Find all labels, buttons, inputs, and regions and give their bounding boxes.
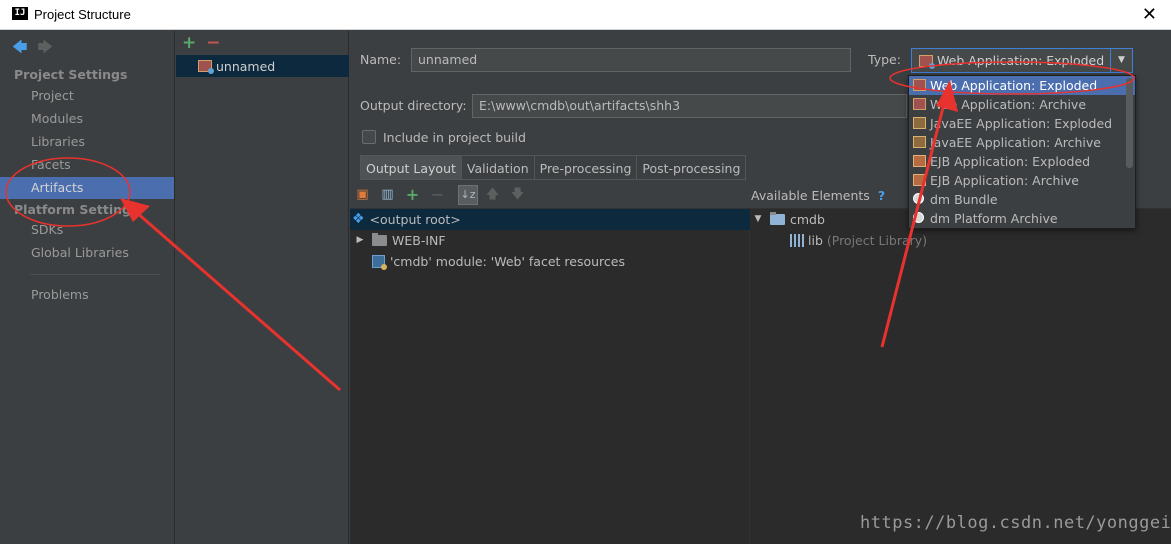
- include-in-build-label: Include in project build: [383, 130, 526, 145]
- remove-artifact-button[interactable]: −: [206, 33, 220, 53]
- dropdown-option-dm-platform-archive[interactable]: dm Platform Archive: [909, 209, 1135, 228]
- move-down-icon[interactable]: 🡇: [510, 187, 525, 202]
- tree-item-label: <output root>: [369, 212, 461, 227]
- add-element-icon[interactable]: +: [405, 187, 420, 203]
- tree-row-cmdb[interactable]: ▼ cmdb: [752, 209, 825, 230]
- sidebar-item-facets[interactable]: Facets: [0, 154, 174, 176]
- dropdown-option-dm-bundle[interactable]: dm Bundle: [909, 190, 1135, 209]
- artifact-list-item[interactable]: unnamed: [176, 55, 349, 77]
- sidebar-item-problems[interactable]: Problems: [0, 284, 174, 306]
- project-settings-header: Project Settings: [14, 67, 128, 82]
- expand-arrow-icon[interactable]: ▶: [354, 230, 366, 251]
- tree-row-lib[interactable]: lib (Project Library): [790, 230, 927, 251]
- sidebar-divider: [30, 274, 160, 275]
- option-label: EJB Application: Archive: [930, 173, 1079, 188]
- tree-row-output-root[interactable]: ❖ <output root>: [350, 209, 750, 230]
- add-artifact-button[interactable]: +: [182, 33, 196, 53]
- include-in-build-checkbox[interactable]: [362, 130, 376, 144]
- output-layout-panel: ▣ ▥ + − ↓z 🡅 🡇 Available Elements? ❖ <ou…: [350, 181, 1171, 544]
- name-input[interactable]: unnamed: [411, 48, 851, 72]
- option-label: EJB Application: Exploded: [930, 154, 1091, 169]
- name-label: Name:: [360, 52, 402, 67]
- chevron-down-icon[interactable]: ▼: [1110, 49, 1132, 72]
- war-icon: [913, 79, 926, 91]
- dropdown-option-javaee-archive[interactable]: JavaEE Application: Archive: [909, 133, 1135, 152]
- tab-output-layout[interactable]: Output Layout: [360, 155, 462, 180]
- output-root-icon: ❖: [352, 211, 365, 227]
- dropdown-option-ejb-exploded[interactable]: EJB Application: Exploded: [909, 152, 1135, 171]
- artifact-tabs: Output Layout Validation Pre-processing …: [360, 155, 747, 180]
- back-arrow-icon[interactable]: 🡄: [12, 37, 28, 62]
- tree-item-label: WEB-INF: [392, 233, 446, 248]
- settings-sidebar: 🡄 🡆 Project Settings Project Modules Lib…: [0, 31, 175, 544]
- tree-item-label: lib: [808, 233, 823, 248]
- help-icon[interactable]: ?: [878, 188, 885, 203]
- tab-validation[interactable]: Validation: [461, 155, 535, 180]
- ear-icon: [913, 136, 926, 148]
- close-button[interactable]: ✕: [1142, 4, 1157, 25]
- tab-post-processing[interactable]: Post-processing: [637, 155, 747, 180]
- available-elements-label: Available Elements: [751, 188, 870, 203]
- sidebar-item-sdks[interactable]: SDKs: [0, 219, 174, 241]
- platform-settings-header: Platform Settings: [14, 202, 139, 217]
- dropdown-scrollbar[interactable]: [1126, 78, 1133, 168]
- intellij-app-icon: IJ: [12, 6, 28, 23]
- library-icon: [790, 234, 804, 247]
- output-directory-input[interactable]: E:\www\cmdb\out\artifacts\shh3: [472, 94, 907, 118]
- dropdown-option-web-archive[interactable]: Web Application: Archive: [909, 95, 1135, 114]
- tree-item-label: cmdb: [790, 212, 825, 227]
- jar-icon: [913, 174, 926, 186]
- nav-arrows: 🡄 🡆: [12, 37, 53, 62]
- type-select[interactable]: Web Application: Exploded ▼: [911, 48, 1133, 73]
- option-label: Web Application: Exploded: [930, 78, 1098, 93]
- war-icon: [913, 98, 926, 110]
- dropdown-option-web-exploded[interactable]: Web Application: Exploded: [909, 76, 1135, 95]
- option-label: JavaEE Application: Exploded: [930, 116, 1113, 131]
- module-folder-icon: [770, 212, 785, 225]
- type-dropdown-list: Web Application: Exploded Web Applicatio…: [908, 75, 1136, 229]
- title-bar: IJ Project Structure ✕: [0, 0, 1171, 30]
- bundle-icon: [913, 193, 924, 204]
- sidebar-item-modules[interactable]: Modules: [0, 108, 174, 130]
- library-scope-label: (Project Library): [826, 233, 928, 248]
- module-icon: [372, 255, 387, 270]
- remove-element-icon[interactable]: −: [430, 187, 445, 203]
- move-up-icon[interactable]: 🡅: [485, 187, 500, 202]
- sidebar-item-project[interactable]: Project: [0, 85, 174, 107]
- war-icon: [198, 60, 214, 74]
- war-icon: [919, 54, 935, 69]
- artifacts-list-panel: + − unnamed: [176, 31, 349, 544]
- available-elements-header: Available Elements?: [751, 188, 885, 203]
- window-title: Project Structure: [34, 7, 131, 22]
- sidebar-item-artifacts[interactable]: Artifacts: [0, 177, 174, 199]
- output-layout-tree: ❖ <output root> ▶ WEB-INF 'cmdb' module:…: [350, 209, 750, 544]
- option-label: dm Bundle: [930, 192, 998, 207]
- type-selected-value: Web Application: Exploded: [937, 53, 1105, 68]
- option-label: dm Platform Archive: [930, 211, 1058, 226]
- tab-pre-processing[interactable]: Pre-processing: [534, 155, 638, 180]
- archive-icon[interactable]: ▥: [380, 187, 395, 202]
- tree-row-web-inf[interactable]: ▶ WEB-INF: [354, 230, 446, 251]
- sort-icon[interactable]: ↓z: [458, 185, 478, 205]
- dropdown-option-ejb-archive[interactable]: EJB Application: Archive: [909, 171, 1135, 190]
- dropdown-option-javaee-exploded[interactable]: JavaEE Application: Exploded: [909, 114, 1135, 133]
- artifacts-toolbar: + −: [182, 33, 221, 53]
- collapse-arrow-icon[interactable]: ▼: [752, 209, 764, 230]
- forward-arrow-icon[interactable]: 🡆: [38, 37, 54, 62]
- ear-icon: [913, 117, 926, 129]
- option-label: Web Application: Archive: [930, 97, 1087, 112]
- jar-icon: [913, 155, 926, 167]
- watermark-text: https://blog.csdn.net/yonggeit: [860, 513, 1171, 533]
- output-directory-label: Output directory:: [360, 98, 467, 113]
- artifact-name: unnamed: [216, 58, 276, 74]
- sidebar-item-global-libraries[interactable]: Global Libraries: [0, 242, 174, 264]
- tree-row-facet-resources[interactable]: 'cmdb' module: 'Web' facet resources: [372, 251, 625, 272]
- type-label: Type:: [868, 52, 901, 67]
- new-directory-icon[interactable]: ▣: [355, 187, 370, 202]
- option-label: JavaEE Application: Archive: [930, 135, 1101, 150]
- sidebar-item-libraries[interactable]: Libraries: [0, 131, 174, 153]
- tree-item-label: 'cmdb' module: 'Web' facet resources: [390, 254, 625, 269]
- bundle-icon: [913, 212, 924, 223]
- folder-icon: [372, 233, 387, 246]
